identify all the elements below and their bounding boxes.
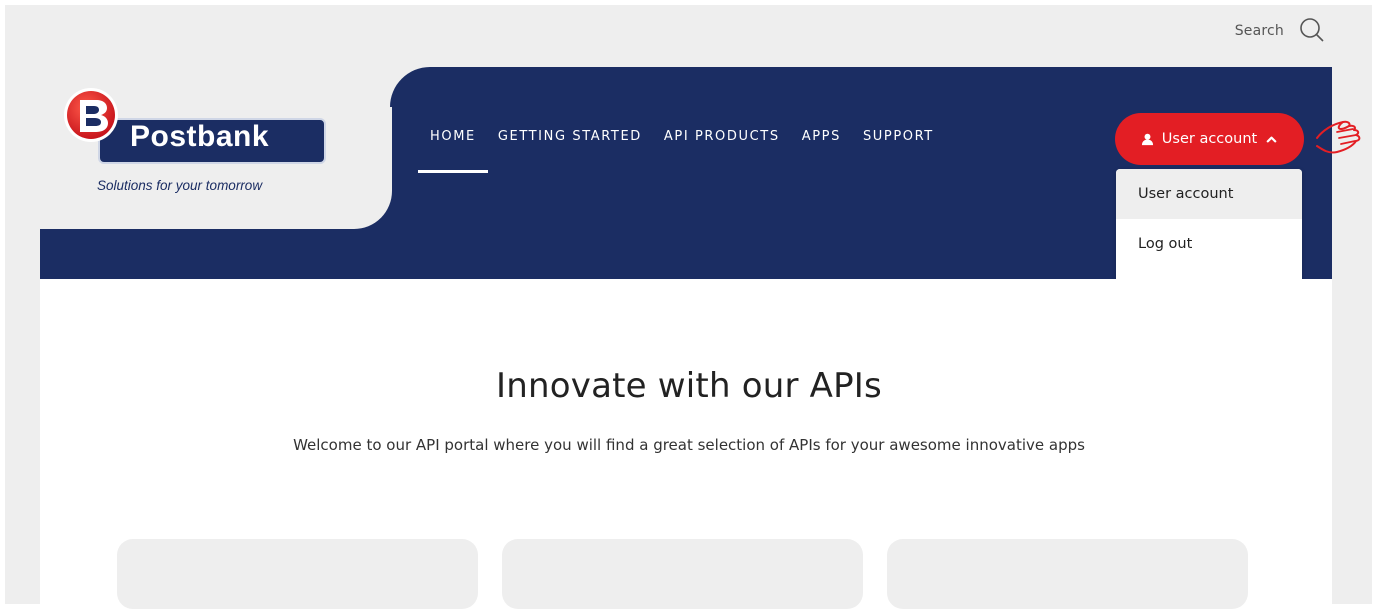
search-bar[interactable]: Search [1235,16,1328,46]
api-card-1[interactable] [117,539,478,609]
page-subtitle: Welcome to our API portal where you will… [293,436,1085,454]
nav-getting-started[interactable]: GETTING STARTED [498,129,642,144]
search-label[interactable]: Search [1235,23,1284,39]
dropdown-item-log-out[interactable]: Log out [1116,219,1302,269]
logo-name[interactable]: Postbank [130,120,269,154]
postbank-logo-icon[interactable] [62,86,124,148]
user-account-button[interactable]: User account [1115,113,1304,165]
user-icon [1141,133,1153,145]
search-icon[interactable] [1298,16,1328,46]
api-card-2[interactable] [502,539,863,609]
nav-api-products[interactable]: API PRODUCTS [664,129,780,144]
user-account-label: User account [1161,131,1258,147]
chevron-up-icon [1266,136,1277,142]
logo-tagline: Solutions for your tomorrow [97,178,263,193]
nav-apps[interactable]: APPS [802,129,841,144]
api-card-3[interactable] [887,539,1248,609]
main-nav: HOME GETTING STARTED API PRODUCTS APPS S… [418,129,956,173]
nav-home[interactable]: HOME [418,129,488,173]
nav-support[interactable]: SUPPORT [863,129,934,144]
hand-pointer-icon [1316,120,1361,154]
page-title: Innovate with our APIs [496,366,882,406]
dropdown-item-user-account[interactable]: User account [1116,169,1302,219]
